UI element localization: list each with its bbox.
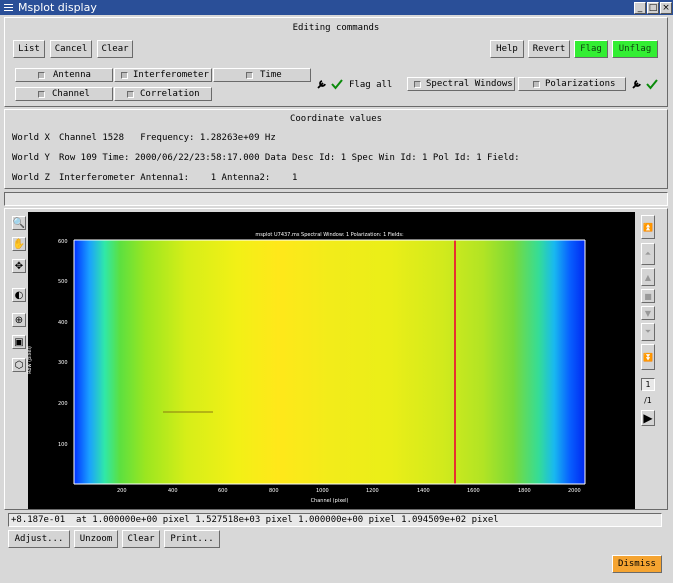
dismiss-button[interactable]: Dismiss <box>612 555 662 573</box>
step-back-icon[interactable]: ▲ <box>641 268 655 286</box>
list-button[interactable]: List <box>13 40 45 58</box>
play-icon[interactable]: ▶ <box>641 410 655 426</box>
polarizations-wrench-icon[interactable] <box>631 78 643 90</box>
raster-image <box>74 240 585 484</box>
y-tick-600: 600 <box>58 239 68 245</box>
channel-checkbox-box[interactable] <box>38 91 45 98</box>
last-frame-icon[interactable]: ⏬ <box>641 344 655 370</box>
frame-total-label: /1 <box>644 396 652 405</box>
spectral-windows-checkbox-box[interactable] <box>414 81 421 88</box>
flag-all-label[interactable]: Flag all <box>349 80 392 90</box>
flag-button[interactable]: Flag <box>574 40 608 58</box>
correlation-checkbox[interactable]: Correlation <box>114 87 212 101</box>
polarizations-checkbox[interactable]: Polarizations <box>518 77 626 91</box>
x-tick-800: 800 <box>269 488 279 494</box>
world-x-label: World X <box>12 133 50 143</box>
play-forward-icon[interactable]: ⏷ <box>641 323 655 341</box>
plot-title: msplot U7437.ms Spectral Window: 1 Polar… <box>255 232 404 238</box>
pixel-value-status: +8.187e-01 at 1.000000e+00 pixel 1.52751… <box>8 513 662 527</box>
polarizations-checkmark-icon <box>646 78 658 90</box>
channel-checkbox[interactable]: Channel <box>15 87 113 101</box>
stop-icon[interactable]: ■ <box>641 289 655 303</box>
message-bar <box>4 192 668 206</box>
x-tick-2000: 2000 <box>568 488 581 494</box>
rectangle-region-icon[interactable]: ▣ <box>12 335 26 349</box>
world-y-label: World Y <box>12 153 50 163</box>
y-tick-500: 500 <box>58 279 68 285</box>
world-y-value: Row 109 Time: 2000/06/22/23:58:17.000 Da… <box>59 153 520 163</box>
wrench-icon[interactable] <box>316 78 328 90</box>
first-frame-icon[interactable]: ⏫ <box>641 215 655 239</box>
interferometer-checkbox-box[interactable] <box>121 72 128 79</box>
interferometer-label: Interferometer <box>133 70 209 80</box>
antenna-label: Antenna <box>53 70 91 80</box>
x-tick-600: 600 <box>218 488 228 494</box>
raster-plot[interactable] <box>28 212 635 509</box>
interferometer-checkbox[interactable]: Interferometer <box>114 68 212 82</box>
maximize-icon[interactable]: □ <box>647 1 659 14</box>
revert-button[interactable]: Revert <box>528 40 570 58</box>
y-tick-300: 300 <box>58 360 68 366</box>
x-tick-1000: 1000 <box>316 488 329 494</box>
time-label: Time <box>260 70 282 80</box>
x-tick-1600: 1600 <box>467 488 480 494</box>
position-crosshair-icon[interactable]: ⊕ <box>12 313 26 327</box>
x-tick-200: 200 <box>117 488 127 494</box>
plot-canvas[interactable]: msplot U7437.ms Spectral Window: 1 Polar… <box>26 212 635 509</box>
unflag-button[interactable]: Unflag <box>612 40 658 58</box>
antenna-checkbox-box[interactable] <box>38 72 45 79</box>
world-x-value: Channel 1528 Frequency: 1.28263e+09 Hz <box>59 133 276 143</box>
world-z-value: Interferometer Antenna1: 1 Antenna2: 1 <box>59 173 298 183</box>
spectral-windows-checkbox[interactable]: Spectral Windows <box>407 77 515 91</box>
x-tick-1800: 1800 <box>518 488 531 494</box>
window-titlebar: Msplot display _ □ × <box>0 0 673 15</box>
polygon-region-icon[interactable]: ⬡ <box>12 358 26 372</box>
y-axis-label: Row (pixel) <box>26 346 33 374</box>
correlation-label: Correlation <box>140 89 200 99</box>
rewind-icon[interactable]: ⏶ <box>641 243 655 265</box>
cancel-button[interactable]: Cancel <box>50 40 92 58</box>
adjust-button[interactable]: Adjust... <box>8 530 70 548</box>
spectral-windows-label: Spectral Windows <box>426 79 513 89</box>
correlation-checkbox-box[interactable] <box>127 91 134 98</box>
print-button[interactable]: Print... <box>164 530 220 548</box>
world-z-label: World Z <box>12 173 50 183</box>
editing-heading: Editing commands <box>292 23 380 33</box>
pan-hand-icon[interactable]: ✋ <box>12 237 26 251</box>
x-tick-1200: 1200 <box>366 488 379 494</box>
unzoom-button[interactable]: Unzoom <box>74 530 118 548</box>
frame-number-field[interactable]: 1 <box>641 378 655 391</box>
y-tick-100: 100 <box>58 442 68 448</box>
time-checkbox[interactable]: Time <box>213 68 311 82</box>
minimize-icon[interactable]: _ <box>634 1 646 14</box>
x-tick-1400: 1400 <box>417 488 430 494</box>
x-tick-400: 400 <box>168 488 178 494</box>
step-forward-icon[interactable]: ▼ <box>641 306 655 320</box>
window-title: Msplot display <box>18 1 97 14</box>
polarizations-checkbox-box[interactable] <box>533 81 540 88</box>
x-axis-label: Channel (pixel) <box>310 498 349 504</box>
colormap-adjust-icon[interactable]: ◐ <box>12 288 26 302</box>
zoom-icon[interactable]: 🔍 <box>12 216 26 230</box>
coordinates-heading: Coordinate values <box>289 114 383 124</box>
checkmark-icon <box>331 78 343 90</box>
clear-plot-button[interactable]: Clear <box>122 530 160 548</box>
clear-button[interactable]: Clear <box>97 40 133 58</box>
y-tick-400: 400 <box>58 320 68 326</box>
y-tick-200: 200 <box>58 401 68 407</box>
time-checkbox-box[interactable] <box>246 72 253 79</box>
close-icon[interactable]: × <box>660 1 672 14</box>
window-menu-icon[interactable] <box>2 1 15 14</box>
antenna-checkbox[interactable]: Antenna <box>15 68 113 82</box>
move-crosshair-icon[interactable]: ✥ <box>12 259 26 273</box>
polarizations-label: Polarizations <box>545 79 616 89</box>
channel-label: Channel <box>52 89 90 99</box>
help-button[interactable]: Help <box>490 40 524 58</box>
